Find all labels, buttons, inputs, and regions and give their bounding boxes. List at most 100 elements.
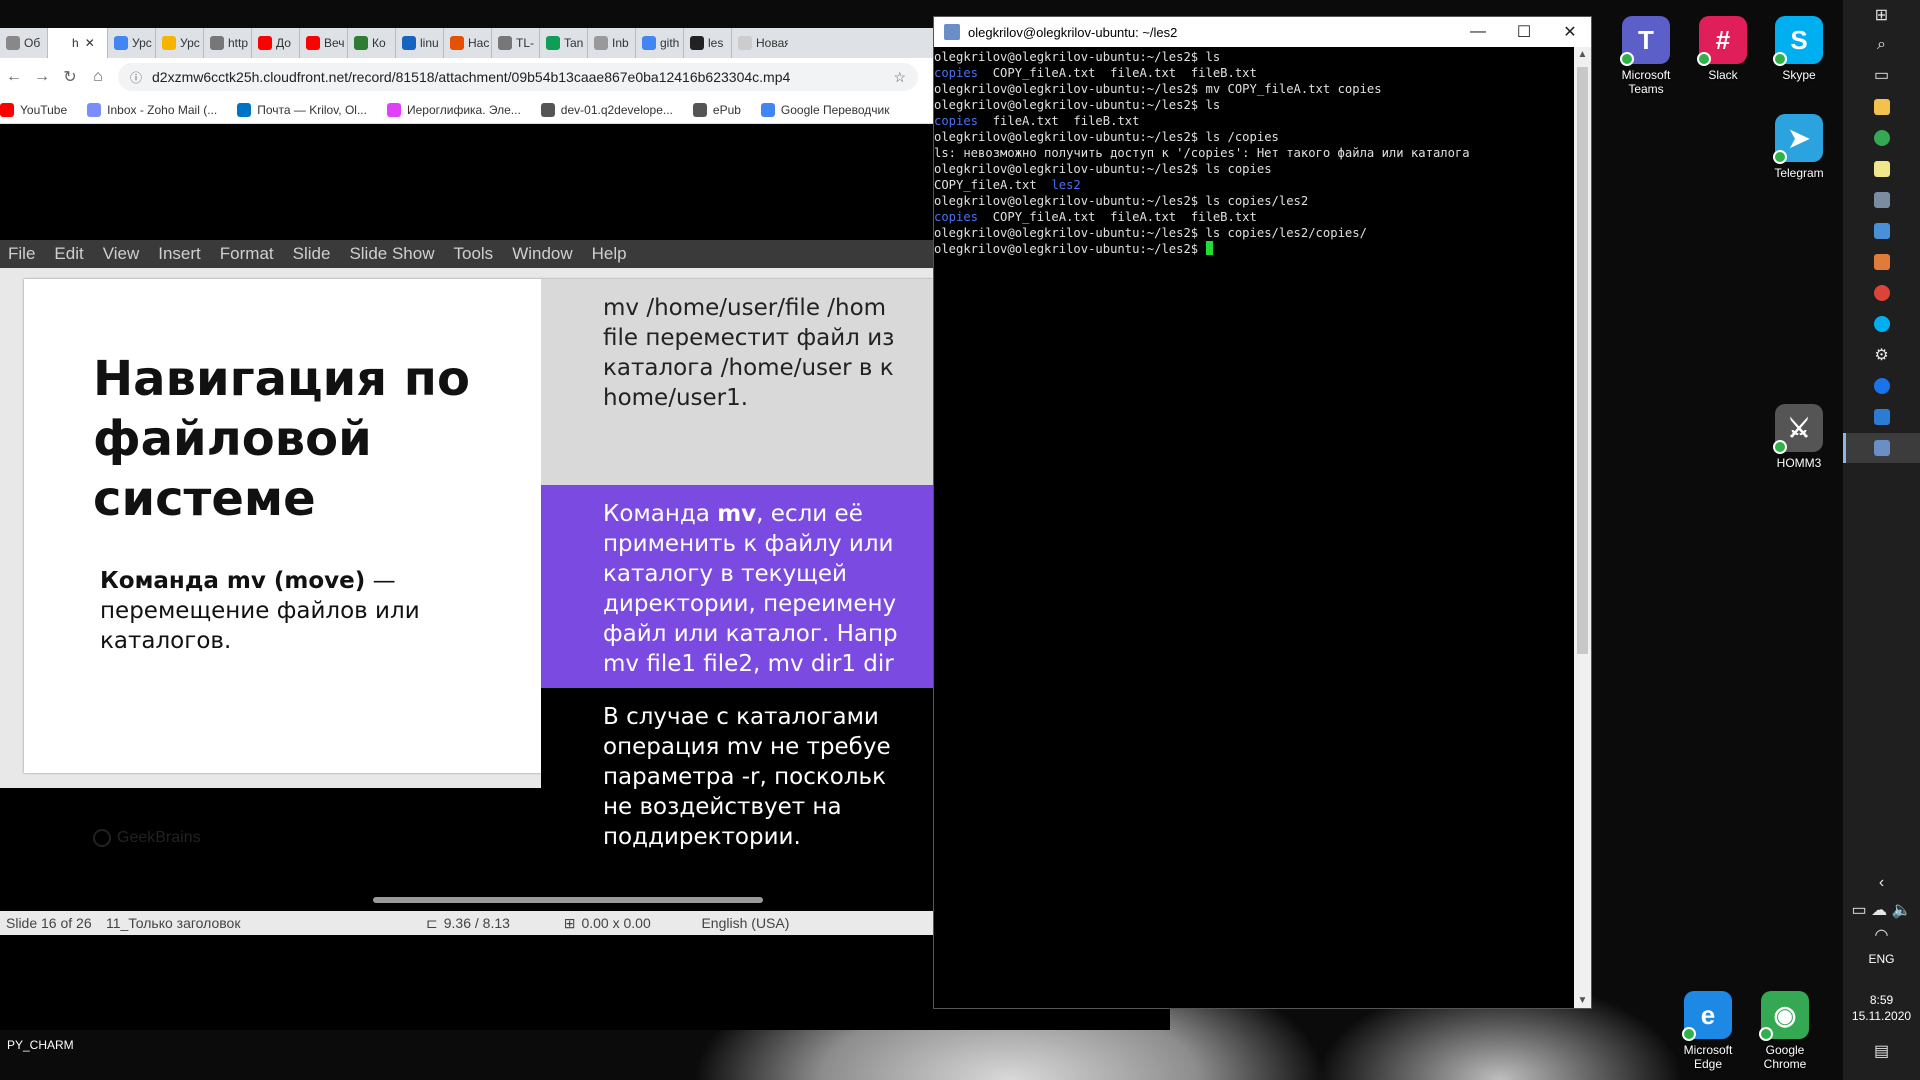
url-text: d2xzmw6cctk25h.cloudfront.net/record/815… bbox=[152, 69, 791, 85]
taskbar-chrome-icon[interactable] bbox=[1843, 123, 1920, 153]
tab-label: TL- bbox=[516, 36, 534, 50]
menu-item-slide[interactable]: Slide bbox=[293, 244, 331, 264]
browser-tab[interactable]: Веч bbox=[300, 28, 348, 58]
taskbar-settings-app-icon[interactable] bbox=[1843, 185, 1920, 215]
tab-close-icon[interactable]: ✕ bbox=[85, 36, 95, 50]
desktop-icon-microsoft-teams[interactable]: T Microsoft Teams bbox=[1609, 10, 1683, 96]
bookmark-item[interactable]: Иероглифика. Эле... bbox=[386, 102, 521, 117]
info-icon[interactable]: ⓘ bbox=[130, 69, 142, 86]
terminal-line: COPY_fileA.txt les2 bbox=[934, 177, 1575, 193]
terminal-line: copies COPY_fileA.txt fileA.txt fileB.tx… bbox=[934, 65, 1575, 81]
bookmark-item[interactable]: ePub bbox=[692, 102, 741, 117]
chevron-left-icon[interactable]: ‹ bbox=[1843, 868, 1920, 898]
close-icon[interactable]: ✕ bbox=[1547, 17, 1593, 47]
desktop-icon-skype[interactable]: S Skype bbox=[1762, 10, 1836, 82]
desktop-icon-label: Microsoft Teams bbox=[1621, 68, 1671, 96]
browser-tab[interactable]: Tan bbox=[540, 28, 588, 58]
reload-icon[interactable]: ↻ bbox=[56, 67, 84, 87]
taskbar-chrome-2-icon[interactable] bbox=[1843, 278, 1920, 308]
menu-item-window[interactable]: Window bbox=[512, 244, 572, 264]
geekbrains-logo-text: GeekBrains bbox=[117, 829, 201, 846]
bookmark-item[interactable]: Почта — Krilov, Ol... bbox=[237, 102, 367, 117]
bookmark-label: dev-01.q2develope... bbox=[560, 102, 673, 117]
taskbar-paint-icon[interactable] bbox=[1843, 247, 1920, 277]
browser-tab[interactable]: Урс bbox=[156, 28, 204, 58]
desktop-icon-homm3[interactable]: ⚔ HOMM3 bbox=[1762, 398, 1836, 470]
clock[interactable]: 8:59 15.11.2020 bbox=[1843, 992, 1920, 1024]
browser-tab[interactable]: Об bbox=[0, 28, 48, 58]
bookmark-favicon-icon bbox=[540, 102, 555, 117]
task-view-icon[interactable]: ▭ bbox=[1843, 60, 1920, 90]
notifications-icon[interactable]: ▤ bbox=[1843, 1036, 1920, 1066]
terminal-line: olegkrilov@olegkrilov-ubuntu:~/les2$ ls … bbox=[934, 161, 1575, 177]
desktop-icon-google-chrome[interactable]: ◉ Google Chrome bbox=[1748, 985, 1822, 1071]
sync-check-icon bbox=[1759, 1027, 1773, 1041]
browser-tab[interactable]: До bbox=[252, 28, 300, 58]
sync-check-icon bbox=[1773, 440, 1787, 454]
clock-time: 8:59 bbox=[1869, 993, 1894, 1007]
terminal-output[interactable]: olegkrilov@olegkrilov-ubuntu:~/les2$ ls c… bbox=[934, 47, 1575, 1008]
tab-favicon-icon bbox=[54, 36, 68, 50]
menu-item-slide-show[interactable]: Slide Show bbox=[349, 244, 434, 264]
browser-tab[interactable]: linu bbox=[396, 28, 444, 58]
bookmark-star-icon[interactable]: ☆ bbox=[893, 69, 906, 86]
menu-item-tools[interactable]: Tools bbox=[454, 244, 494, 264]
desktop-icon-telegram[interactable]: ➤ Telegram bbox=[1762, 108, 1836, 180]
browser-tab[interactable]: Нас bbox=[444, 28, 492, 58]
browser-tab[interactable]: TL- bbox=[492, 28, 540, 58]
terminal-prompt: olegkrilov@olegkrilov-ubuntu:~/les2$ bbox=[934, 50, 1206, 64]
bookmark-item[interactable]: YouTube bbox=[0, 102, 67, 117]
menu-item-format[interactable]: Format bbox=[220, 244, 274, 264]
browser-tab[interactable]: Ко bbox=[348, 28, 396, 58]
menu-item-file[interactable]: File bbox=[8, 244, 35, 264]
back-icon[interactable]: ← bbox=[0, 68, 28, 86]
menu-item-view[interactable]: View bbox=[103, 244, 140, 264]
browser-tab[interactable]: Inb bbox=[588, 28, 636, 58]
address-bar[interactable]: ⓘ d2xzmw6cctk25h.cloudfront.net/record/8… bbox=[118, 63, 918, 91]
wifi-icon[interactable]: ◠ bbox=[1843, 920, 1920, 950]
bookmark-item[interactable]: Inbox - Zoho Mail (... bbox=[87, 102, 217, 117]
start-icon[interactable]: ⊞ bbox=[1843, 0, 1920, 30]
taskbar-maps-icon[interactable] bbox=[1843, 371, 1920, 401]
menu-item-help[interactable]: Help bbox=[592, 244, 627, 264]
desktop-icon-label: Telegram bbox=[1774, 166, 1824, 180]
taskbar-gear-icon[interactable]: ⚙ bbox=[1843, 340, 1920, 370]
terminal-scrollbar[interactable]: ▲ ▼ bbox=[1574, 47, 1591, 1008]
browser-tab[interactable]: Новая bbox=[732, 28, 788, 58]
terminal-titlebar[interactable]: olegkrilov@olegkrilov-ubuntu: ~/les2 — ☐… bbox=[934, 17, 1591, 47]
terminal-window[interactable]: olegkrilov@olegkrilov-ubuntu: ~/les2 — ☐… bbox=[933, 16, 1592, 1009]
taskbar-skype-icon[interactable] bbox=[1843, 309, 1920, 339]
taskbar-putty-icon[interactable] bbox=[1843, 433, 1920, 463]
horizontal-scrollbar[interactable] bbox=[373, 897, 763, 903]
browser-tab[interactable]: gith bbox=[636, 28, 684, 58]
taskbar-notepad-icon[interactable] bbox=[1843, 154, 1920, 184]
tab-label: Новая bbox=[756, 36, 788, 50]
tab-label: Нас bbox=[468, 36, 490, 50]
menu-item-edit[interactable]: Edit bbox=[54, 244, 83, 264]
language-indicator[interactable]: ENG bbox=[1843, 952, 1920, 966]
browser-tab[interactable]: Урс bbox=[108, 28, 156, 58]
menu-item-insert[interactable]: Insert bbox=[158, 244, 201, 264]
taskbar-explorer-icon[interactable] bbox=[1843, 92, 1920, 122]
scroll-thumb[interactable] bbox=[1577, 67, 1588, 654]
bookmark-item[interactable]: Google Переводчик bbox=[760, 102, 889, 117]
forward-icon[interactable]: → bbox=[28, 68, 56, 86]
scroll-up-icon[interactable]: ▲ bbox=[1574, 49, 1591, 60]
browser-tab[interactable]: http bbox=[204, 28, 252, 58]
desktop-icon-slack[interactable]: # Slack bbox=[1686, 10, 1760, 82]
search-icon[interactable]: ⌕ bbox=[1843, 30, 1920, 60]
desktop-icon-microsoft-edge[interactable]: e Microsoft Edge bbox=[1671, 985, 1745, 1071]
scroll-down-icon[interactable]: ▼ bbox=[1574, 995, 1591, 1006]
terminal-prompt: olegkrilov@olegkrilov-ubuntu:~/les2$ bbox=[934, 194, 1206, 208]
tab-label: Веч bbox=[324, 36, 345, 50]
home-icon[interactable]: ⌂ bbox=[84, 68, 112, 86]
browser-tab[interactable]: h ✕ bbox=[48, 28, 108, 58]
terminal-error-text: ls: невозможно получить доступ к '/copie… bbox=[934, 146, 1470, 160]
taskbar-cube-icon[interactable] bbox=[1843, 216, 1920, 246]
maximize-icon[interactable]: ☐ bbox=[1501, 17, 1547, 47]
minimize-icon[interactable]: — bbox=[1455, 17, 1501, 47]
bookmark-item[interactable]: dev-01.q2develope... bbox=[540, 102, 673, 117]
browser-tab[interactable]: les bbox=[684, 28, 732, 58]
taskbar-photos-icon[interactable] bbox=[1843, 402, 1920, 432]
tab-favicon-icon bbox=[258, 36, 272, 50]
